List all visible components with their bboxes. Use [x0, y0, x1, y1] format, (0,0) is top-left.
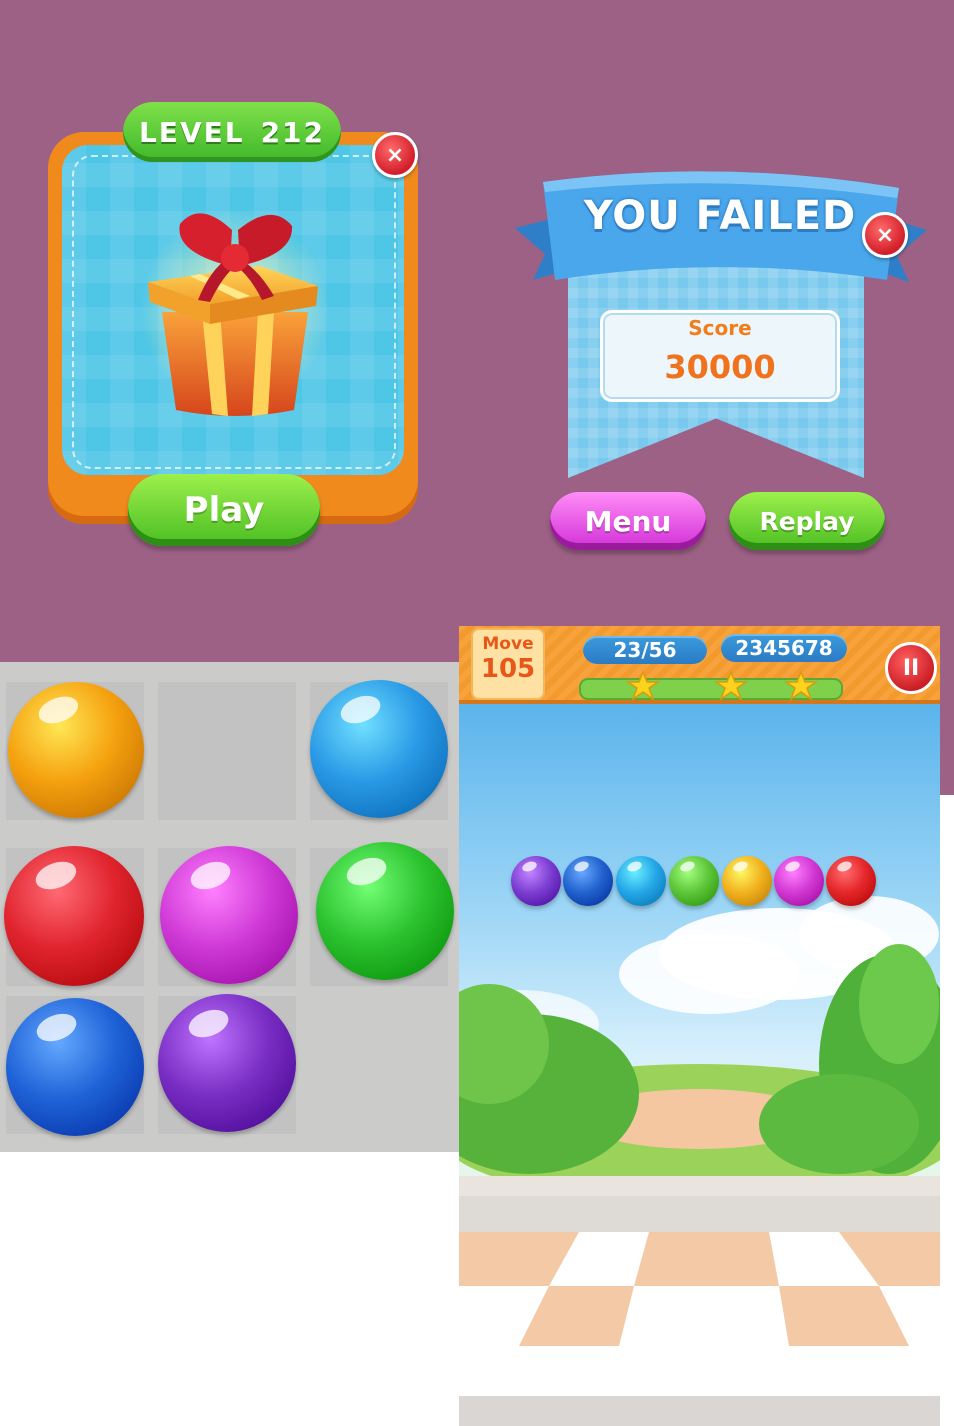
row-orange-ball: [722, 856, 772, 906]
replay-button-label: Replay: [759, 506, 855, 536]
row-green-ball: [669, 856, 719, 906]
blue-ball: [6, 998, 144, 1136]
score-value: 30000: [664, 348, 776, 386]
replay-button[interactable]: Replay: [729, 492, 885, 550]
row-red-ball: [826, 856, 876, 906]
pause-icon: II: [902, 655, 920, 681]
move-value: 105: [480, 654, 536, 684]
move-label: Move: [482, 634, 534, 654]
play-button-label: Play: [183, 490, 265, 530]
magenta-ball: [160, 846, 298, 984]
ball-palette: [0, 662, 459, 1152]
gift-box-icon: [140, 210, 330, 416]
close-icon: ×: [385, 142, 405, 168]
orange-ball: [8, 682, 144, 818]
light-blue-ball: [310, 680, 448, 818]
close-icon: ×: [875, 222, 895, 248]
hud-score: 2345678: [735, 636, 833, 660]
row-magenta-ball: [774, 856, 824, 906]
pause-button[interactable]: II: [885, 642, 937, 694]
star-icon: [625, 670, 661, 701]
stars-row: [625, 670, 819, 701]
game-screen: Move 105 23/56 2345678 II: [459, 626, 940, 1426]
row-light-blue-ball: [616, 856, 666, 906]
move-counter: Move 105: [471, 628, 545, 700]
row-blue-ball: [563, 856, 613, 906]
progress-count-pill: 23/56: [583, 636, 707, 664]
purple-ball: [158, 994, 296, 1132]
red-ball: [4, 846, 144, 986]
star-icon: [783, 670, 819, 701]
checker-floor: [459, 1176, 940, 1426]
palette-cell: [158, 682, 296, 820]
progress-count: 23/56: [613, 638, 677, 662]
menu-button-label: Menu: [584, 504, 672, 538]
level-number: 212: [260, 115, 326, 149]
play-button[interactable]: Play: [128, 474, 320, 546]
level-close-button[interactable]: ×: [372, 132, 418, 178]
level-title-tab: LEVEL 212: [123, 102, 341, 162]
menu-button[interactable]: Menu: [550, 492, 706, 550]
row-purple-ball: [511, 856, 561, 906]
score-pill: 2345678: [721, 634, 847, 662]
fail-close-button[interactable]: ×: [862, 212, 908, 258]
landscape-scenery: [459, 896, 940, 1176]
green-ball: [316, 842, 454, 980]
fail-title: YOU FAILED: [583, 193, 857, 239]
level-label: LEVEL: [138, 115, 245, 149]
star-icon: [713, 670, 749, 701]
score-label: Score: [688, 316, 752, 340]
